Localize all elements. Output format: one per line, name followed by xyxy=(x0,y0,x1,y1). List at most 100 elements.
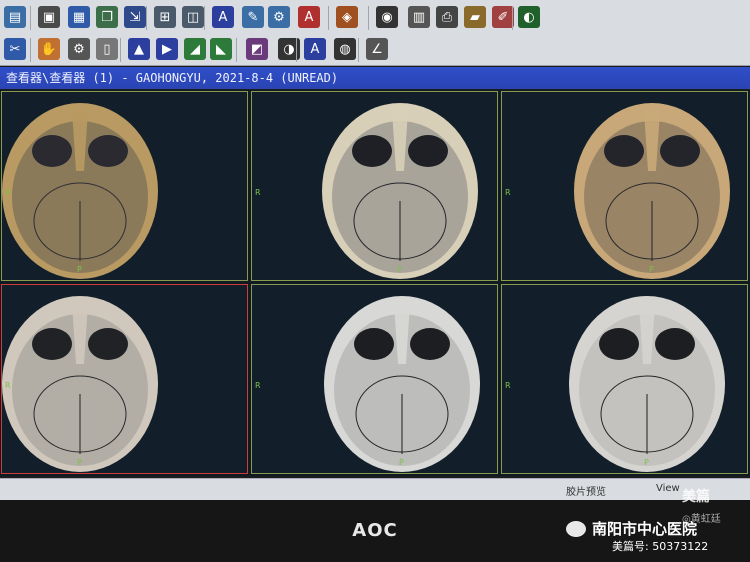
save-button[interactable]: ▣ xyxy=(38,6,60,28)
mri-slice-image xyxy=(2,103,158,279)
measure-icon: ✎ xyxy=(247,9,259,25)
contrast-icon: ◑ xyxy=(283,41,295,57)
color-map-icon: ◐ xyxy=(523,9,535,25)
cine-icon: ◉ xyxy=(381,9,393,25)
layout-grid-button[interactable]: ⊞ xyxy=(154,6,176,28)
document-button[interactable]: ▦ xyxy=(68,6,90,28)
tools-icon: ✂ xyxy=(9,41,21,57)
orientation-marker-right: R xyxy=(5,188,11,197)
watermark-account: 美篇号: 50373122 xyxy=(612,540,709,553)
export-icon: ⇲ xyxy=(129,9,141,25)
toolbar-separator xyxy=(120,38,121,62)
mri-slice-image xyxy=(569,296,725,472)
zoom-icon: ◢ xyxy=(190,41,200,57)
toolbar-separator xyxy=(204,6,205,30)
cine-button[interactable]: ◉ xyxy=(376,6,398,28)
pan-button[interactable]: ◣ xyxy=(210,38,232,60)
toolbar: ▤ ▣ ▦ ❐ ⇲ ⊞ ◫ A ✎ ⚙ A ◈ ◉ ▥ ⎙ ▰ ✐ ◐ ✂ ✋ ⚙ ▯ ▲ ▶ ◢ ◣ ◩ ◑ A ◍ ∠ xyxy=(0,0,750,66)
annotate-button[interactable]: A xyxy=(212,6,234,28)
sheet-icon: ▯ xyxy=(103,41,111,57)
viewer-cell[interactable]: RP xyxy=(251,284,498,474)
orientation-marker-posterior: P xyxy=(77,265,82,274)
orientation-marker-posterior: P xyxy=(644,458,649,467)
toolbar-separator xyxy=(146,6,147,30)
layout-split-icon: ◫ xyxy=(186,9,200,25)
mri-slice-image xyxy=(324,296,480,472)
hand-icon: ✋ xyxy=(40,41,58,57)
pan-icon: ◣ xyxy=(216,41,226,57)
text-annotation-icon: A xyxy=(304,9,314,25)
toolbar-separator xyxy=(512,6,513,30)
layout-split-button[interactable]: ◫ xyxy=(182,6,204,28)
toolbar-separator xyxy=(358,38,359,62)
invert-button[interactable]: ◍ xyxy=(334,38,356,60)
flip-icon: ▶ xyxy=(162,41,172,57)
settings-icon: ⚙ xyxy=(73,41,85,57)
view-label[interactable]: View xyxy=(656,483,680,494)
viewer-cell[interactable]: RP xyxy=(501,91,748,281)
text-annotation-button[interactable]: A xyxy=(298,6,320,28)
tool-icon: ⚙ xyxy=(273,9,285,25)
orientation-marker-right: R xyxy=(505,188,511,197)
auto-window-button[interactable]: A xyxy=(304,38,326,60)
wechat-icon xyxy=(566,520,586,537)
copy-button[interactable]: ❐ xyxy=(96,6,118,28)
flip-button[interactable]: ▶ xyxy=(156,38,178,60)
zoom-button[interactable]: ◢ xyxy=(184,38,206,60)
sheet-button[interactable]: ▯ xyxy=(96,38,118,60)
toolbar-separator xyxy=(30,6,31,30)
color-map-button[interactable]: ◐ xyxy=(518,6,540,28)
export-button[interactable]: ⇲ xyxy=(124,6,146,28)
viewer-cell-active[interactable]: RP xyxy=(1,284,248,474)
mri-slice-image xyxy=(2,296,158,472)
app-button[interactable]: ▤ xyxy=(4,6,26,28)
copy-icon: ❐ xyxy=(101,9,113,25)
mri-slice-image xyxy=(574,103,730,279)
invert-icon: ◍ xyxy=(339,41,351,57)
document-icon: ▦ xyxy=(72,9,86,25)
orientation-marker-posterior: P xyxy=(397,265,402,274)
print-button[interactable]: ⎙ xyxy=(436,6,458,28)
annotate-icon: A xyxy=(218,9,228,25)
settings-button[interactable]: ⚙ xyxy=(68,38,90,60)
watermark-hospital-name: 南阳市中心医院 xyxy=(592,520,698,538)
measure-button[interactable]: ✎ xyxy=(242,6,264,28)
tool-button[interactable]: ⚙ xyxy=(268,6,290,28)
orientation-marker-right: R xyxy=(255,188,261,197)
mri-slice-image xyxy=(322,103,478,279)
toolbar-separator xyxy=(328,6,329,30)
toolbar-separator xyxy=(30,38,31,62)
rotate-icon: ▲ xyxy=(134,41,144,57)
orientation-marker-right: R xyxy=(5,381,11,390)
film-preview-label[interactable]: 胶片预览 xyxy=(566,483,606,498)
toolbar-row-1: ▤ ▣ ▦ ❐ ⇲ ⊞ ◫ A ✎ ⚙ A ◈ ◉ ▥ ⎙ ▰ ✐ ◐ xyxy=(0,2,750,34)
printer-button[interactable]: ▰ xyxy=(464,6,486,28)
orientation-marker-posterior: P xyxy=(399,458,404,467)
hand-button[interactable]: ✋ xyxy=(38,38,60,60)
viewer-cell[interactable]: RP xyxy=(501,284,748,474)
toolbar-row-2: ✂ ✋ ⚙ ▯ ▲ ▶ ◢ ◣ ◩ ◑ A ◍ ∠ xyxy=(0,34,750,66)
save-icon: ▣ xyxy=(42,9,56,25)
viewer-cell[interactable]: RP xyxy=(1,91,248,281)
orientation-marker-right: R xyxy=(255,381,261,390)
layout-grid-icon: ⊞ xyxy=(159,9,171,25)
app-icon: ▤ xyxy=(8,9,22,25)
crop-button[interactable]: ◩ xyxy=(246,38,268,60)
toolbar-separator xyxy=(368,6,369,30)
angle-icon: ∠ xyxy=(371,41,383,57)
print-icon: ⎙ xyxy=(441,9,453,25)
angle-button[interactable]: ∠ xyxy=(366,38,388,60)
toolbar-separator xyxy=(296,38,297,62)
calculator-button[interactable]: ▥ xyxy=(408,6,430,28)
tools-button[interactable]: ✂ xyxy=(4,38,26,60)
rotate-button[interactable]: ▲ xyxy=(128,38,150,60)
film-icon: ✐ xyxy=(497,9,509,25)
orientation-marker-posterior: P xyxy=(649,265,654,274)
viewer-title: 查看器\查看器 (1) - GAOHONGYU, 2021-8-4 (UNREA… xyxy=(6,71,339,85)
status-bar: 胶片预览 View xyxy=(0,478,750,500)
watermark-app-name: 美篇 xyxy=(682,489,710,505)
filter-icon: ◈ xyxy=(342,9,352,25)
filter-button[interactable]: ◈ xyxy=(336,6,358,28)
film-button[interactable]: ✐ xyxy=(492,6,514,28)
viewer-cell[interactable]: RP xyxy=(251,91,498,281)
